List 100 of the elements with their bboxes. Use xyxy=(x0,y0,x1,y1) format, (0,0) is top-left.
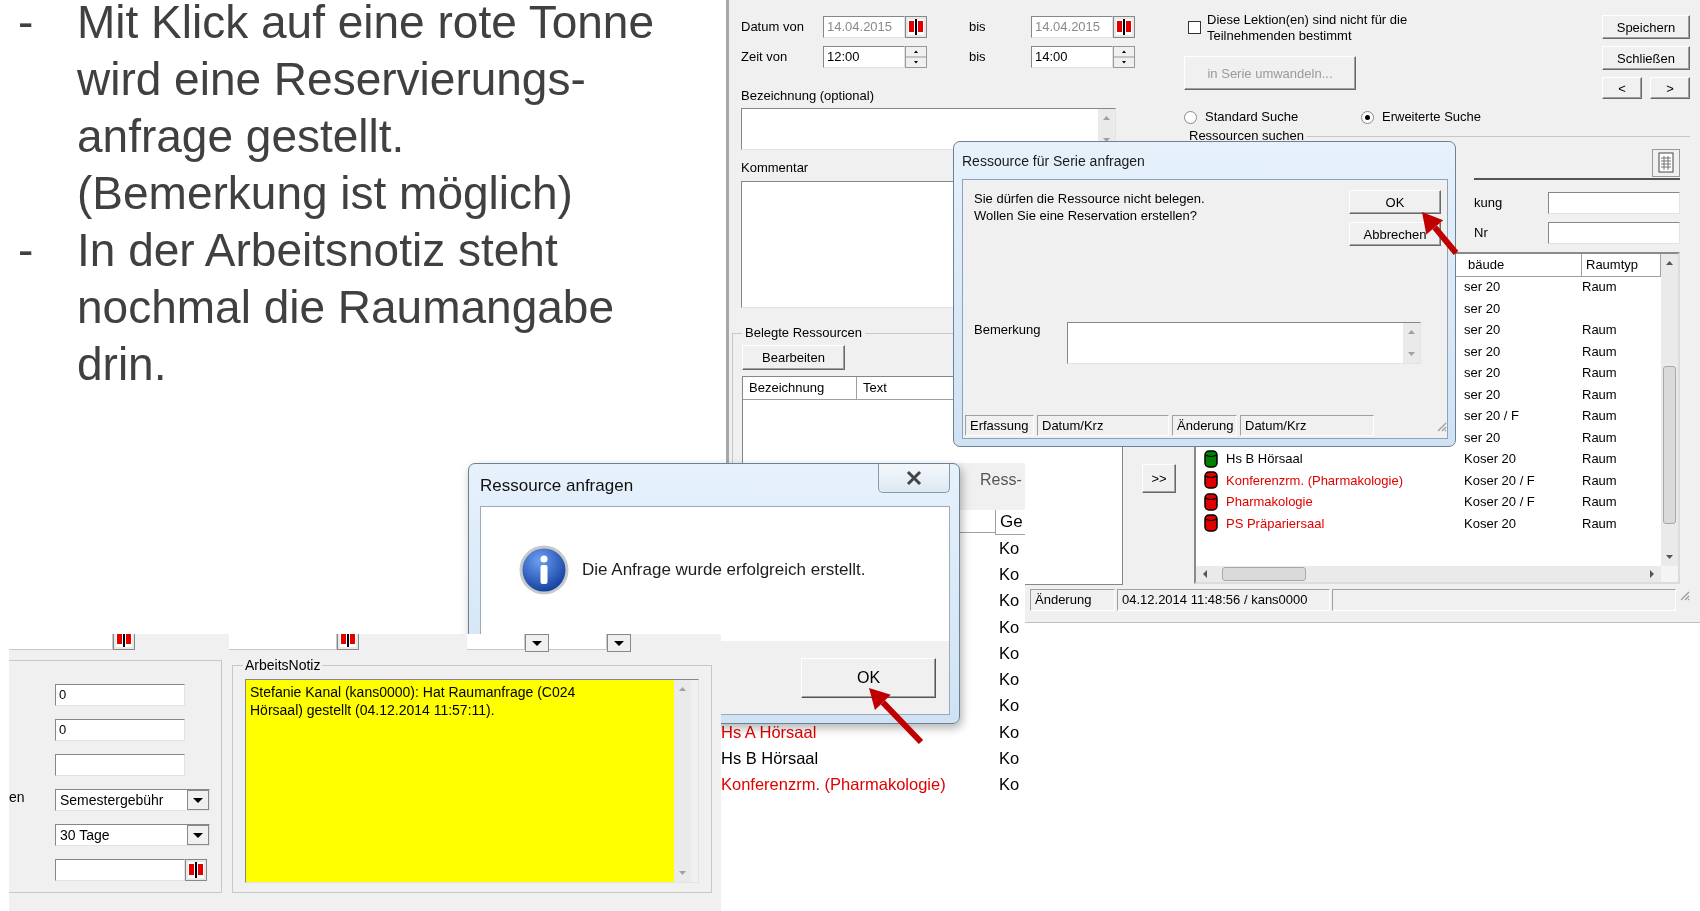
nav-button[interactable]: < xyxy=(1602,77,1642,99)
table-cell-text: Raum xyxy=(1582,451,1618,467)
table-cell-text: ser 20 xyxy=(1464,343,1502,359)
table-cell-text: Ko xyxy=(998,591,1021,611)
table-cell-text: ser 20 xyxy=(1464,365,1502,381)
resource-name[interactable]: Hs B Hörsaal xyxy=(721,749,995,768)
column-header[interactable]: bäude xyxy=(1464,254,1582,277)
field-label: kung xyxy=(1474,195,1504,211)
resource-name[interactable]: Hs A Hörsaal xyxy=(721,722,995,742)
input-field[interactable] xyxy=(55,754,185,776)
edit-button[interactable]: Bearbeiten xyxy=(742,345,845,370)
field-label: Zeit von xyxy=(741,49,789,65)
field-label: Kommentar xyxy=(741,160,809,176)
input-field[interactable]: 0 xyxy=(55,719,185,741)
scrollbar[interactable] xyxy=(1196,566,1661,582)
field-label: Bezeichnung (optional) xyxy=(741,88,874,104)
checkbox[interactable] xyxy=(1188,21,1201,34)
dialog-button[interactable]: Abbrechen xyxy=(1349,222,1441,246)
dialog-message: Die Anfrage wurde erfolgreich erstellt. xyxy=(582,560,866,580)
dropdown[interactable]: Semestergebühr xyxy=(55,789,210,811)
input-field[interactable] xyxy=(467,634,525,650)
group-title: Ressourcen suchen xyxy=(1188,128,1305,144)
resource-name[interactable]: PS Präpariersaal xyxy=(1226,515,1325,531)
dropdown[interactable]: 30 Tage xyxy=(55,824,210,846)
text-area[interactable] xyxy=(1067,322,1421,364)
time-field[interactable]: 12:00 xyxy=(823,46,905,68)
table-cell-text: Ko xyxy=(998,617,1021,637)
time-field[interactable]: 14:00 xyxy=(1031,46,1113,68)
table-cell-text: ser 20 xyxy=(1464,322,1502,338)
scrollbar[interactable] xyxy=(674,680,691,882)
table-cell-text: ser 20 xyxy=(1464,300,1502,316)
table-cell-text: Ko xyxy=(998,538,1021,558)
close-button[interactable] xyxy=(878,464,950,493)
status-label: Datum/Krz xyxy=(1240,415,1374,436)
spin-button[interactable] xyxy=(1113,46,1135,68)
resource-name[interactable]: Hs B Hörsaal xyxy=(1226,451,1303,467)
move-button[interactable]: >> xyxy=(1142,464,1176,493)
table-cell-text: Koser 20 / F xyxy=(1464,494,1536,510)
column-header[interactable]: Bezeichnung xyxy=(743,377,857,400)
calendar-button[interactable] xyxy=(1113,16,1135,38)
table-cell-text: Ko xyxy=(998,775,1021,795)
slide-text: In der Arbeitsnotiz steht nochmal die Raumangabe drin. xyxy=(77,223,616,392)
resource-name[interactable]: Konferenzrm. (Pharmakologie) xyxy=(1226,472,1404,488)
table-cell-text: Ko xyxy=(998,643,1021,663)
table-cell-text: Koser 20 xyxy=(1464,515,1518,531)
table-cell-text: Koser 20 / F xyxy=(1464,472,1536,488)
radio-button[interactable] xyxy=(1361,110,1374,124)
scroll-thumb[interactable] xyxy=(1222,567,1306,581)
action-button[interactable]: Schließen xyxy=(1602,46,1690,70)
table-cell-text: Ko xyxy=(998,564,1021,584)
table-cell-text: Raum xyxy=(1582,472,1618,488)
info-icon xyxy=(519,545,569,595)
date-field[interactable] xyxy=(55,859,185,881)
action-button[interactable]: Speichern xyxy=(1602,15,1690,39)
radio-button[interactable] xyxy=(1184,110,1197,124)
status-label: Änderung xyxy=(1172,415,1237,436)
input-field[interactable] xyxy=(1548,192,1680,214)
input-field[interactable] xyxy=(229,634,337,650)
radio-label: Standard Suche xyxy=(1205,109,1299,125)
input-field[interactable]: 0 xyxy=(55,684,185,706)
table-cell-text: ser 20 xyxy=(1464,279,1502,295)
bullet-marker: - xyxy=(18,223,35,278)
table-cell-text: Ko xyxy=(998,696,1021,716)
calendar-button[interactable] xyxy=(185,859,207,881)
spin-button[interactable] xyxy=(905,46,927,68)
radio-label: Erweiterte Suche xyxy=(1382,109,1481,125)
resource-name[interactable]: Pharmakologie xyxy=(1226,494,1313,510)
nav-button[interactable]: > xyxy=(1650,77,1690,99)
scroll-thumb[interactable] xyxy=(1663,366,1676,524)
calendar-button[interactable] xyxy=(337,634,359,650)
grid-icon[interactable] xyxy=(1652,149,1680,177)
table-cell-text: Raum xyxy=(1582,408,1618,424)
table-cell-text: Raum xyxy=(1582,515,1618,531)
group-title: Belegte Ressourcen xyxy=(744,325,864,341)
status-value: 04.12.2014 11:48:56 / kans0000 xyxy=(1117,589,1330,611)
table-cell-text: Ko xyxy=(998,722,1021,742)
pointer-arrow xyxy=(869,688,924,745)
status-label: Änderung xyxy=(1030,589,1115,611)
calendar-button[interactable] xyxy=(905,16,927,38)
resource-name[interactable]: Konferenzrm. (Pharmakologie) xyxy=(721,775,995,795)
scrollbar[interactable] xyxy=(1661,254,1678,566)
field-label: Bemerkung xyxy=(974,322,1042,338)
input-field[interactable] xyxy=(549,634,607,650)
scrollbar[interactable] xyxy=(1403,323,1420,363)
status-label: Erfassung xyxy=(965,415,1034,436)
table-cell-text: Raum xyxy=(1582,322,1618,338)
calendar-button[interactable] xyxy=(113,634,135,650)
dialog-title: Ressource für Serie anfragen xyxy=(962,152,1145,169)
field-label: bis xyxy=(969,49,987,65)
dialog-button[interactable]: OK xyxy=(1349,190,1441,214)
ok-button[interactable]: OK xyxy=(801,657,936,698)
table-cell-text: Raum xyxy=(1582,365,1618,381)
input-field[interactable] xyxy=(1548,222,1680,244)
bullet-marker: - xyxy=(18,0,35,50)
text-area[interactable] xyxy=(741,108,1116,150)
field-label: bis xyxy=(969,19,987,35)
column-header[interactable]: Raumtyp xyxy=(1582,254,1661,277)
field-label: en xyxy=(9,789,26,807)
column-header[interactable]: Ge xyxy=(995,510,1025,535)
table-cell-text: ser 20 xyxy=(1464,386,1502,402)
